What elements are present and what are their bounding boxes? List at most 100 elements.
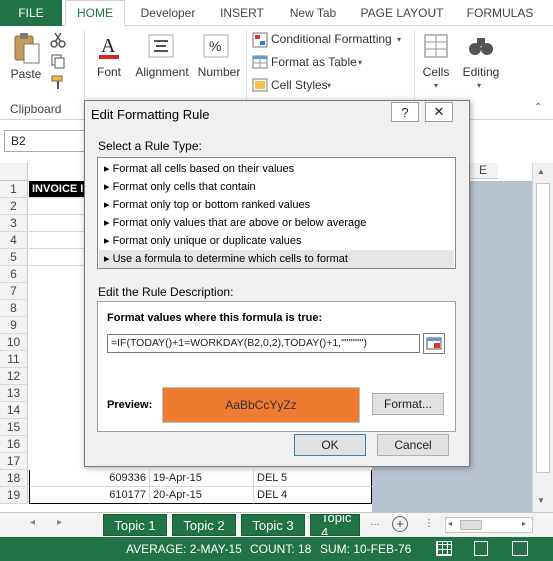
range-select-button[interactable] bbox=[423, 333, 445, 354]
tab-home[interactable]: HOME bbox=[65, 0, 125, 26]
cell[interactable] bbox=[29, 198, 89, 215]
clipboard-group-label: Clipboard bbox=[10, 102, 62, 116]
row-header[interactable]: 18 bbox=[0, 470, 28, 487]
row-header[interactable]: 14 bbox=[0, 402, 28, 419]
close-button[interactable]: ✕ bbox=[425, 102, 453, 122]
cell[interactable] bbox=[29, 215, 89, 232]
row-header[interactable]: 1 bbox=[0, 181, 28, 198]
row-header[interactable]: 8 bbox=[0, 300, 28, 317]
alignment-icon[interactable] bbox=[148, 34, 174, 61]
formula-input[interactable]: =IF(TODAY()+1=WORKDAY(B2,0,2),TODAY()+1,… bbox=[107, 334, 420, 353]
binoculars-icon[interactable] bbox=[468, 34, 494, 61]
format-painter-icon[interactable] bbox=[50, 74, 66, 93]
page-break-view-icon[interactable] bbox=[512, 541, 528, 556]
list-item[interactable]: ▸ Format only top or bottom ranked value… bbox=[104, 196, 310, 214]
sheet-tab-topic-3[interactable]: Topic 3 bbox=[241, 514, 305, 536]
format-button[interactable]: Format... bbox=[372, 393, 444, 415]
cancel-button[interactable]: Cancel bbox=[377, 434, 449, 456]
sheet-tab-topic-4[interactable]: Topic 4 bbox=[310, 514, 360, 536]
cell-styles-button[interactable]: Cell Styles bbox=[271, 78, 328, 92]
more-options-icon[interactable]: ⋮ bbox=[424, 518, 434, 529]
row-header[interactable]: 10 bbox=[0, 334, 28, 351]
scroll-down-icon[interactable]: ▼ bbox=[537, 496, 545, 505]
scroll-thumb[interactable] bbox=[460, 520, 482, 530]
arrow-icon: ▸ bbox=[104, 253, 113, 265]
header-cell-invoice[interactable]: INVOICE I bbox=[29, 181, 89, 198]
editing-button[interactable]: Editing bbox=[458, 65, 504, 79]
preview-label: Preview: bbox=[107, 399, 153, 411]
row-header[interactable]: 11 bbox=[0, 351, 28, 368]
table-cell-date[interactable]: 19-Apr-15 bbox=[150, 470, 254, 487]
row-header[interactable]: 9 bbox=[0, 317, 28, 334]
row-header[interactable]: 16 bbox=[0, 436, 28, 453]
paste-icon[interactable] bbox=[12, 32, 42, 69]
cells-button[interactable]: Cells bbox=[418, 65, 454, 79]
cell-styles-icon bbox=[252, 78, 268, 95]
page-layout-view-icon[interactable] bbox=[474, 541, 488, 556]
row-header[interactable]: 13 bbox=[0, 385, 28, 402]
list-item[interactable]: ▸ Format all cells based on their values bbox=[104, 160, 294, 178]
row-header[interactable]: 12 bbox=[0, 368, 28, 385]
scroll-left-icon[interactable]: ◂ bbox=[448, 519, 452, 528]
add-sheet-icon[interactable]: + bbox=[392, 516, 408, 532]
row-header[interactable]: 15 bbox=[0, 419, 28, 436]
row-header[interactable]: 17 bbox=[0, 453, 28, 470]
tab-file[interactable]: FILE bbox=[0, 0, 62, 26]
row-header[interactable]: 2 bbox=[0, 198, 28, 215]
tab-new-tab[interactable]: New Tab bbox=[280, 0, 346, 26]
rule-type-label: Format only unique or duplicate values bbox=[112, 235, 302, 247]
more-sheets-icon[interactable]: … bbox=[370, 517, 380, 528]
cell[interactable] bbox=[29, 249, 89, 266]
table-cell-del[interactable]: DEL 4 bbox=[254, 487, 372, 504]
scroll-thumb[interactable] bbox=[536, 183, 550, 473]
svg-text:A: A bbox=[101, 35, 116, 57]
prev-sheet-icon[interactable]: ◂ bbox=[30, 517, 35, 528]
help-button[interactable]: ? bbox=[391, 102, 419, 122]
tab-page-layout[interactable]: PAGE LAYOUT bbox=[356, 0, 448, 26]
cells-icon[interactable] bbox=[424, 34, 448, 61]
number-button[interactable]: Number bbox=[194, 65, 244, 79]
tab-insert[interactable]: INSERT bbox=[212, 0, 272, 26]
format-as-table-button[interactable]: Format as Table bbox=[271, 55, 357, 69]
list-item-selected[interactable]: ▸ Use a formula to determine which cells… bbox=[99, 250, 454, 268]
rule-type-list[interactable]: ▸ Format all cells based on their values… bbox=[97, 157, 456, 269]
cut-icon[interactable] bbox=[50, 32, 66, 51]
conditional-formatting-button[interactable]: Conditional Formatting bbox=[271, 32, 392, 46]
collapse-ribbon-icon[interactable]: ⌃ bbox=[534, 102, 542, 113]
list-item[interactable]: ▸ Format only unique or duplicate values bbox=[104, 232, 302, 250]
font-button[interactable]: Font bbox=[92, 65, 126, 79]
table-cell-date[interactable]: 20-Apr-15 bbox=[150, 487, 254, 504]
row-header[interactable]: 7 bbox=[0, 283, 28, 300]
name-box[interactable]: B2 bbox=[4, 130, 86, 152]
row-header[interactable]: 4 bbox=[0, 232, 28, 249]
sheet-tab-topic-1[interactable]: Topic 1 bbox=[103, 514, 167, 536]
list-item[interactable]: ▸ Format only cells that contain bbox=[104, 178, 256, 196]
cell[interactable] bbox=[29, 232, 89, 249]
copy-icon[interactable] bbox=[50, 53, 66, 72]
horizontal-scrollbar[interactable]: ◂ ▸ bbox=[445, 517, 533, 533]
font-icon[interactable]: A bbox=[96, 32, 122, 63]
row-header[interactable]: 6 bbox=[0, 266, 28, 283]
select-all-corner[interactable] bbox=[0, 163, 28, 181]
alignment-button[interactable]: Alignment bbox=[132, 65, 192, 79]
row-header[interactable]: 5 bbox=[0, 249, 28, 266]
ok-button[interactable]: OK bbox=[294, 434, 366, 456]
sheet-tab-topic-2[interactable]: Topic 2 bbox=[172, 514, 236, 536]
row-header[interactable]: 3 bbox=[0, 215, 28, 232]
tab-formulas[interactable]: FORMULAS bbox=[460, 0, 540, 26]
tab-developer[interactable]: Developer bbox=[132, 0, 204, 26]
row-header[interactable]: 19 bbox=[0, 487, 28, 504]
scroll-up-icon[interactable]: ▲ bbox=[537, 167, 545, 176]
scroll-right-icon[interactable]: ▸ bbox=[522, 519, 526, 528]
percent-icon[interactable]: % bbox=[203, 34, 229, 61]
vertical-scrollbar[interactable]: ▲ ▼ bbox=[532, 163, 553, 512]
list-item[interactable]: ▸ Format only values that are above or b… bbox=[104, 214, 366, 232]
table-cell-number[interactable]: 609336 bbox=[29, 470, 150, 487]
next-sheet-icon[interactable]: ▸ bbox=[57, 517, 62, 528]
status-bar: AVERAGE: 2-MAY-15 COUNT: 18 SUM: 10-FEB-… bbox=[0, 537, 553, 561]
normal-view-icon[interactable] bbox=[436, 541, 452, 556]
table-cell-number[interactable]: 610177 bbox=[29, 487, 150, 504]
column-header-e[interactable]: E bbox=[468, 163, 498, 179]
paste-button[interactable]: Paste bbox=[8, 67, 44, 81]
table-cell-del[interactable]: DEL 5 bbox=[254, 470, 372, 487]
